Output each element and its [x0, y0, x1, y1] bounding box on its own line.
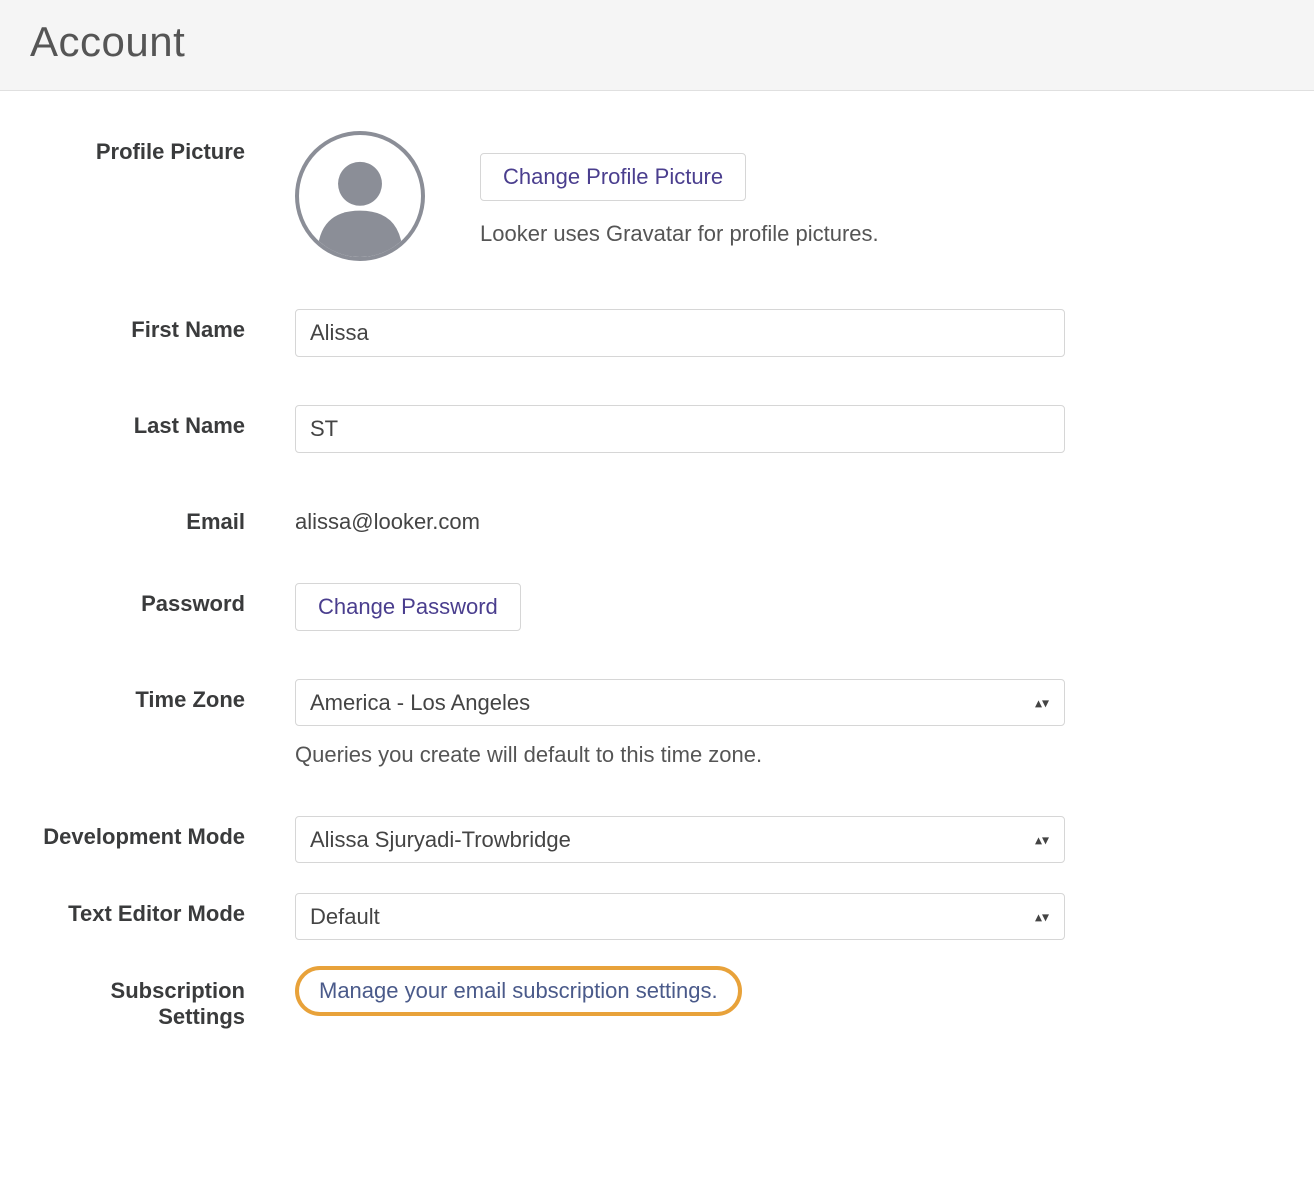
- row-last-name: Last Name: [40, 405, 1254, 453]
- manage-subscription-link[interactable]: Manage your email subscription settings.: [319, 978, 718, 1003]
- account-form: Profile Picture Change Profile Picture L…: [0, 91, 1314, 1118]
- avatar-placeholder-icon: [299, 135, 421, 257]
- label-last-name: Last Name: [40, 405, 295, 439]
- row-email: Email alissa@looker.com: [40, 501, 1254, 535]
- label-development-mode: Development Mode: [40, 816, 295, 850]
- page-header: Account: [0, 0, 1314, 91]
- label-profile-picture: Profile Picture: [40, 131, 295, 165]
- change-profile-picture-button[interactable]: Change Profile Picture: [480, 153, 746, 201]
- subscription-link-highlight: Manage your email subscription settings.: [295, 966, 742, 1016]
- profile-picture-help-text: Looker uses Gravatar for profile picture…: [480, 221, 879, 247]
- email-value: alissa@looker.com: [295, 501, 1095, 535]
- text-editor-mode-select[interactable]: Default: [295, 893, 1065, 940]
- label-subscription-settings: Subscription Settings: [40, 970, 295, 1030]
- development-mode-select[interactable]: Alissa Sjuryadi-Trowbridge: [295, 816, 1065, 863]
- last-name-input[interactable]: [295, 405, 1065, 453]
- change-password-button[interactable]: Change Password: [295, 583, 521, 631]
- label-text-editor-mode: Text Editor Mode: [40, 893, 295, 927]
- row-text-editor-mode: Text Editor Mode Default ▴▾: [40, 893, 1254, 940]
- label-first-name: First Name: [40, 309, 295, 343]
- row-development-mode: Development Mode Alissa Sjuryadi-Trowbri…: [40, 816, 1254, 863]
- time-zone-select[interactable]: America - Los Angeles: [295, 679, 1065, 726]
- time-zone-help-text: Queries you create will default to this …: [295, 742, 1095, 768]
- row-subscription-settings: Subscription Settings Manage your email …: [40, 970, 1254, 1030]
- row-profile-picture: Profile Picture Change Profile Picture L…: [40, 131, 1254, 261]
- row-password: Password Change Password: [40, 583, 1254, 631]
- label-time-zone: Time Zone: [40, 679, 295, 713]
- label-password: Password: [40, 583, 295, 617]
- page-title: Account: [30, 18, 1284, 66]
- label-email: Email: [40, 501, 295, 535]
- row-time-zone: Time Zone America - Los Angeles ▴▾ Queri…: [40, 679, 1254, 768]
- avatar: [295, 131, 425, 261]
- row-first-name: First Name: [40, 309, 1254, 357]
- first-name-input[interactable]: [295, 309, 1065, 357]
